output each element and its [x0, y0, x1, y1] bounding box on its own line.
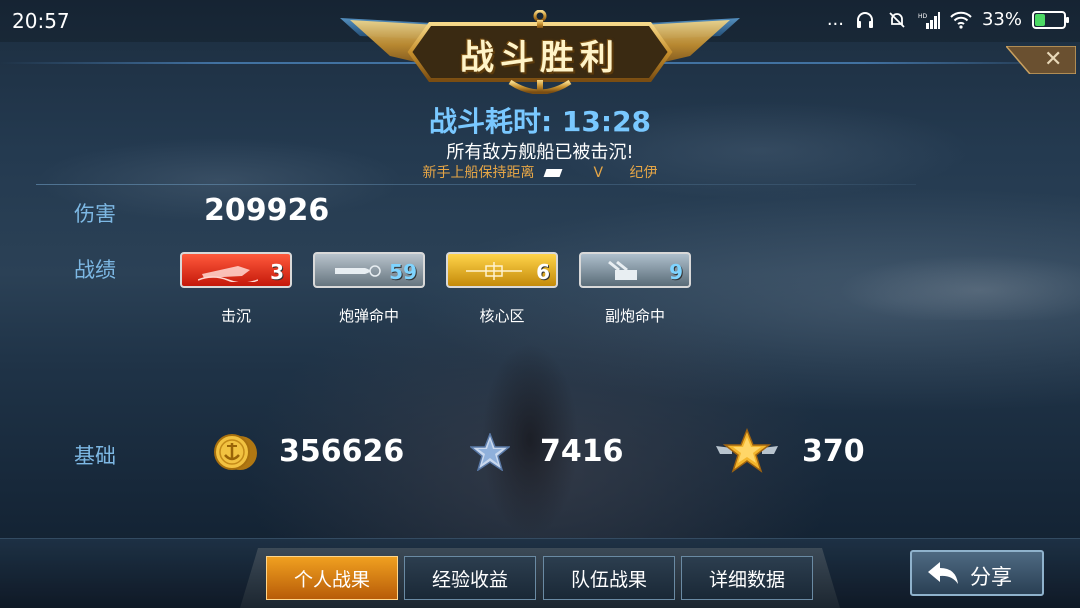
close-icon: ✕ [1044, 47, 1063, 72]
signal-icon: HD [918, 10, 940, 30]
share-label: 分享 [970, 565, 1012, 589]
status-icons: ... HD 33% [826, 9, 1069, 30]
duration-value: 13:28 [561, 105, 652, 138]
battery-icon [1032, 10, 1069, 29]
divider [36, 184, 916, 185]
gold-star-icon [716, 428, 778, 473]
battery-percent: 33% [981, 9, 1022, 30]
battle-duration: 战斗耗时: 13:28 [0, 100, 1080, 140]
svg-text:HD: HD [918, 13, 928, 20]
record-label: 战绩 [74, 258, 116, 282]
victory-title: 战斗胜利 [460, 38, 620, 78]
result-message: 所有敌方舰船已被击沉! [446, 142, 634, 163]
medal-count: 3 [270, 260, 284, 284]
shell-icon [335, 265, 381, 277]
secondary-turret-icon [608, 260, 637, 280]
gold-exp-value: 370 [802, 434, 865, 469]
share-arrow-icon [928, 562, 958, 584]
silver-star-icon [470, 433, 510, 471]
close-tab-shape [1006, 46, 1076, 74]
close-button[interactable]: ✕ [1006, 46, 1076, 74]
medal-label-secondary-hits: 副炮命中 [604, 307, 665, 325]
medal-shell-hits[interactable]: 59 [313, 252, 425, 288]
headphones-icon [854, 10, 876, 30]
gold-coin-icon [214, 434, 257, 470]
tab-team-results[interactable]: 队伍战果 [543, 556, 675, 600]
medal-label-citadel: 核心区 [479, 307, 525, 325]
medal-label-sink: 击沉 [220, 307, 251, 325]
coins-value: 356626 [279, 434, 405, 469]
tab-experience[interactable]: 经验收益 [404, 556, 536, 600]
medal-label-shell-hits: 炮弹命中 [338, 307, 399, 325]
base-label: 基础 [74, 444, 116, 468]
duration-label: 战斗耗时: [428, 105, 553, 138]
ship-class-icon [543, 169, 563, 177]
tab-detailed-data[interactable]: 详细数据 [681, 556, 813, 600]
damage-value: 209926 [204, 193, 330, 228]
citadel-icon [466, 262, 522, 280]
matchup-line: 新手上船保持距离 V 纪伊 [0, 162, 1080, 182]
tab-personal-results[interactable]: 个人战果 [266, 556, 398, 600]
silver-exp-value: 7416 [540, 434, 624, 469]
medal-count: 59 [389, 260, 417, 284]
damage-label: 伤害 [74, 202, 116, 226]
clock: 20:57 [12, 9, 70, 33]
wifi-icon [950, 10, 972, 30]
player-right: 纪伊 [629, 165, 658, 181]
sinking-ship-icon [198, 266, 258, 282]
medal-count: 9 [669, 260, 683, 284]
victory-banner: 战斗胜利 [340, 9, 740, 95]
more-dots: ... [826, 9, 844, 30]
mute-bell-icon [886, 10, 908, 30]
medal-count: 6 [536, 260, 550, 284]
medal-sink[interactable]: 3 [180, 252, 292, 288]
player-left: 新手上船保持距离 [422, 165, 535, 181]
medal-secondary-hits[interactable]: 9 [579, 252, 691, 288]
versus-label: V [593, 165, 604, 181]
medal-citadel[interactable]: 6 [446, 252, 558, 288]
share-button[interactable]: 分享 [910, 550, 1044, 596]
